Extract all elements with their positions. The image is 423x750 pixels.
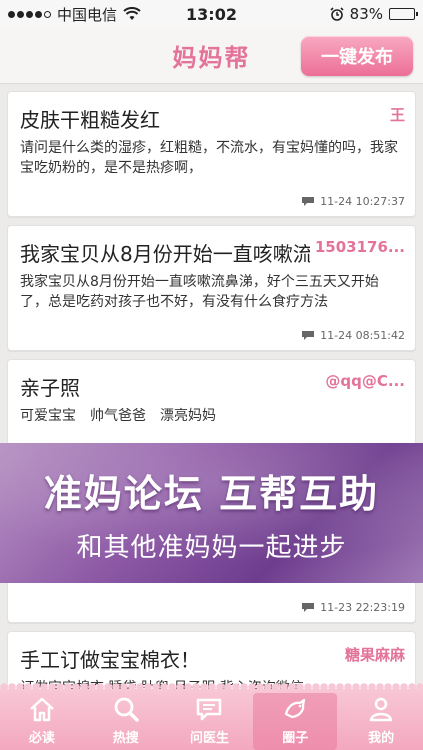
battery-icon [389, 8, 418, 20]
tab-hot-search[interactable]: 热搜 [84, 689, 168, 750]
banner-title: 准妈论坛 互帮互助 [43, 472, 380, 516]
comment-icon [302, 603, 315, 612]
post-feed[interactable]: 皮肤干粗糙发红 王 请问是什么类的湿疹，红粗糙，不流水，有宝妈懂的吗，我家宝吃奶… [0, 85, 423, 689]
post-time: 11-23 22:23:19 [320, 601, 405, 614]
post-meta: 11-24 08:51:42 [301, 329, 405, 342]
home-icon [30, 697, 54, 722]
alarm-icon [330, 7, 344, 21]
person-icon [369, 697, 393, 722]
tab-bar: 必读 热搜 问医生 圈子 我的 [0, 683, 423, 750]
chat-bubble-icon [197, 698, 222, 721]
post-author[interactable]: 王 [390, 104, 405, 125]
post-body: 我家宝贝从8月份开始一直咳嗽流鼻涕，好个三五天又开始了，总是吃药对孩子也不好，有… [20, 274, 379, 310]
post-title: 我家宝贝从8月份开始一直咳嗽流鼻涕 [20, 242, 310, 266]
tab-label: 圈子 [282, 731, 309, 746]
wifi-icon [123, 7, 141, 20]
status-right: 83% [330, 5, 418, 23]
post-card[interactable]: 皮肤干粗糙发红 王 请问是什么类的湿疹，红粗糙，不流水，有宝妈懂的吗，我家宝吃奶… [7, 91, 416, 217]
signal-strength-icon [8, 10, 51, 18]
carrier-name: 中国电信 [57, 5, 118, 24]
banner-subtitle: 和其他准妈妈一起进步 [76, 533, 347, 563]
post-title: 亲子照 [20, 376, 80, 400]
post-card[interactable]: 我家宝贝从8月份开始一直咳嗽流鼻涕 1503176... 我家宝贝从8月份开始一… [7, 225, 416, 351]
comment-icon [302, 331, 315, 340]
post-author[interactable]: 糖果麻麻 [345, 644, 405, 665]
post-title: 手工订做宝宝棉衣！ [20, 648, 200, 672]
bird-icon [285, 698, 306, 719]
status-bar: 中国电信 13:02 83% [0, 0, 423, 28]
post-body: 可爱宝宝 帅气爸爸 漂亮妈妈 [20, 408, 216, 424]
tab-label: 必读 [28, 731, 55, 746]
status-left: 中国电信 [8, 4, 330, 25]
tab-label: 问医生 [189, 731, 229, 746]
post-title: 皮肤干粗糙发红 [20, 108, 160, 132]
tab-label: 热搜 [112, 731, 139, 746]
tab-label: 我的 [368, 731, 395, 746]
comment-icon [302, 197, 315, 206]
promo-banner[interactable]: 准妈论坛 互帮互助 和其他准妈妈一起进步 [0, 443, 423, 583]
post-card[interactable]: 手工订做宝宝棉衣！ 糖果麻麻 订做宝宝棉衣 睡袋 肚兜 月子服 背心咨询微信 [7, 631, 416, 689]
tab-must-read[interactable]: 必读 [0, 689, 84, 750]
nav-bar: 妈妈帮 一键发布 [0, 28, 423, 84]
post-time: 11-24 10:27:37 [320, 195, 405, 208]
post-body: 请问是什么类的湿疹，红粗糙，不流水，有宝妈懂的吗，我家宝吃奶粉的，是不是热疹啊， [20, 140, 398, 176]
battery-percent: 83% [349, 5, 383, 23]
tab-circle[interactable]: 圈子 [253, 693, 338, 750]
tab-ask-doctor[interactable]: 问医生 [168, 689, 252, 750]
post-meta: 11-24 10:27:37 [301, 195, 405, 208]
search-icon [114, 697, 139, 722]
tab-mine[interactable]: 我的 [339, 689, 423, 750]
page-title: 妈妈帮 [172, 44, 251, 72]
post-author[interactable]: @qq@C... [325, 372, 405, 390]
post-author[interactable]: 1503176... [315, 238, 405, 256]
post-meta: 11-23 22:23:19 [301, 601, 405, 614]
publish-button[interactable]: 一键发布 [301, 36, 413, 76]
post-time: 11-24 08:51:42 [320, 329, 405, 342]
